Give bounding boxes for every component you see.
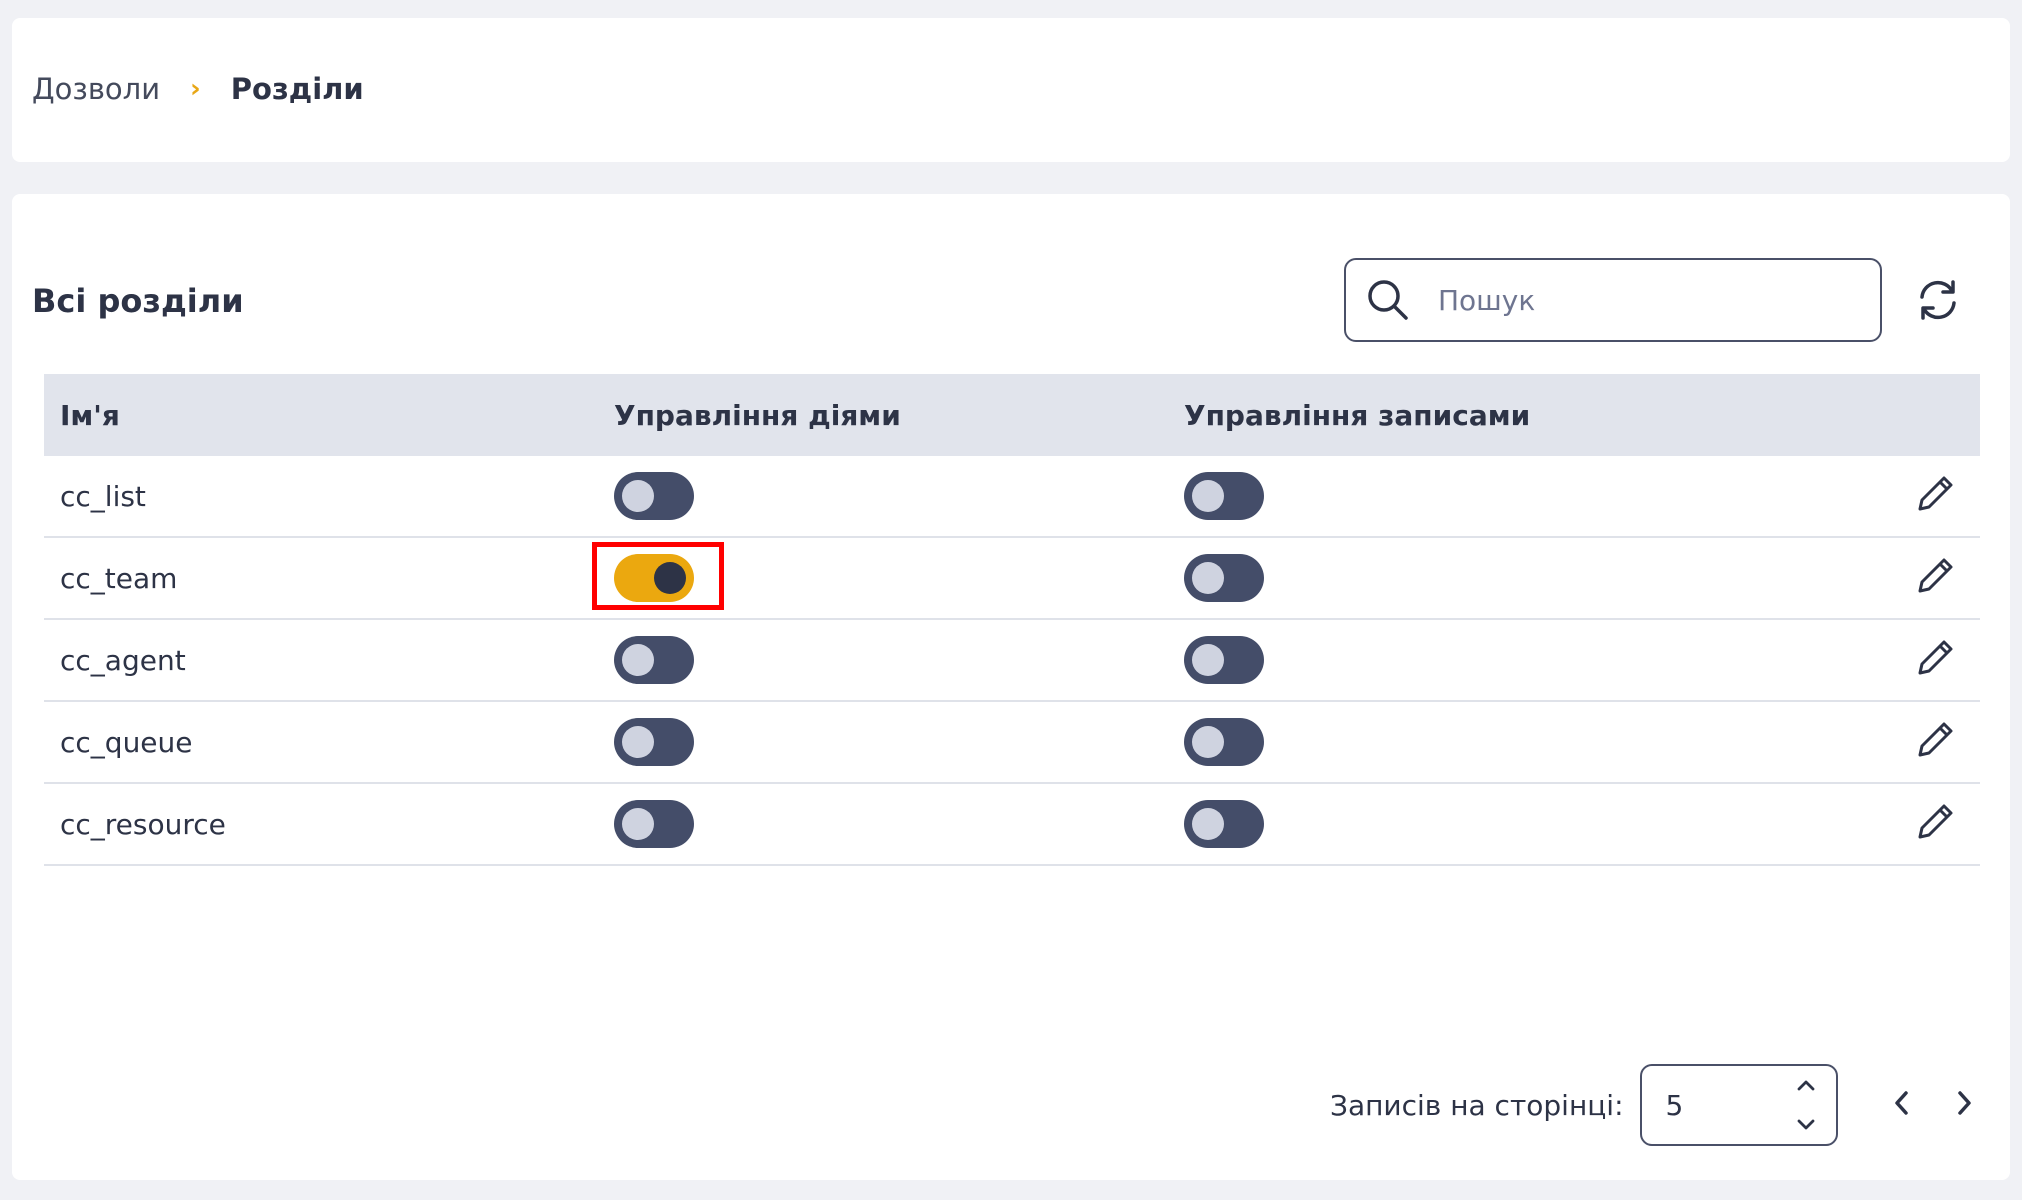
per-page-value[interactable]: 5 xyxy=(1666,1089,1684,1122)
toggle-knob xyxy=(622,808,654,840)
table-header: Ім'я Управління діями Управління записам… xyxy=(44,374,1980,456)
page-title: Всі розділи xyxy=(32,282,244,320)
actions-toggle[interactable] xyxy=(614,718,694,766)
pencil-icon xyxy=(1914,635,1958,686)
table-row: cc_resource xyxy=(44,784,1980,866)
edit-button[interactable] xyxy=(1912,800,1960,848)
per-page-stepper xyxy=(1794,1074,1818,1136)
row-name: cc_queue xyxy=(60,725,193,759)
column-header-name[interactable]: Ім'я xyxy=(44,399,614,432)
toggle-knob xyxy=(622,644,654,676)
toggle-knob xyxy=(622,480,654,512)
edit-button[interactable] xyxy=(1912,472,1960,520)
toggle-knob xyxy=(1192,562,1224,594)
pencil-icon xyxy=(1914,471,1958,522)
search-box[interactable] xyxy=(1344,258,1882,342)
table-row: cc_queue xyxy=(44,702,1980,784)
chevron-left-icon xyxy=(1890,1087,1914,1123)
toggle-knob xyxy=(1192,726,1224,758)
row-name: cc_list xyxy=(60,479,146,513)
column-header-records[interactable]: Управління записами xyxy=(1184,399,1844,432)
actions-toggle[interactable] xyxy=(614,472,694,520)
edit-button[interactable] xyxy=(1912,554,1960,602)
column-header-actions[interactable]: Управління діями xyxy=(614,399,1184,432)
pagination: Записів на сторінці: 5 xyxy=(1330,1064,2006,1146)
pencil-icon xyxy=(1914,799,1958,850)
chevron-right-icon xyxy=(1952,1087,1976,1123)
pencil-icon xyxy=(1914,553,1958,604)
search-input[interactable] xyxy=(1436,282,1860,318)
toggle-knob xyxy=(1192,808,1224,840)
chevron-up-icon[interactable] xyxy=(1794,1074,1818,1096)
records-toggle[interactable] xyxy=(1184,636,1264,684)
actions-toggle[interactable] xyxy=(614,800,694,848)
refresh-icon xyxy=(1913,275,1963,329)
chevron-down-icon[interactable] xyxy=(1794,1114,1818,1136)
search-icon xyxy=(1364,276,1412,324)
next-page-button[interactable] xyxy=(1944,1085,1984,1125)
breadcrumb-separator: › xyxy=(190,74,201,104)
actions-toggle[interactable] xyxy=(592,542,724,610)
refresh-button[interactable] xyxy=(1912,276,1964,328)
table-row: cc_agent xyxy=(44,620,1980,702)
toggle-knob xyxy=(622,726,654,758)
per-page-label: Записів на сторінці: xyxy=(1330,1088,1624,1122)
pencil-icon xyxy=(1914,717,1958,768)
row-name: cc_team xyxy=(60,561,178,595)
table-row: cc_list xyxy=(44,456,1980,538)
sections-table: Ім'я Управління діями Управління записам… xyxy=(44,374,1980,866)
toggle-knob xyxy=(1192,480,1224,512)
per-page-input[interactable]: 5 xyxy=(1639,1064,1838,1146)
edit-button[interactable] xyxy=(1912,718,1960,766)
edit-button[interactable] xyxy=(1912,636,1960,684)
records-toggle[interactable] xyxy=(1184,800,1264,848)
records-toggle[interactable] xyxy=(1184,472,1264,520)
toggle-knob xyxy=(654,562,686,594)
breadcrumb-item-sections: Розділи xyxy=(230,72,364,106)
prev-page-button[interactable] xyxy=(1882,1085,1922,1125)
actions-toggle[interactable] xyxy=(614,636,694,684)
row-name: cc_resource xyxy=(60,807,226,841)
row-name: cc_agent xyxy=(60,643,186,677)
records-toggle[interactable] xyxy=(1184,554,1264,602)
breadcrumb-item-permissions[interactable]: Дозволи xyxy=(32,72,160,106)
page-navigation xyxy=(1882,1085,2006,1125)
records-toggle[interactable] xyxy=(1184,718,1264,766)
toggle-knob xyxy=(1192,644,1224,676)
breadcrumb: Дозволи › Розділи xyxy=(32,72,364,106)
table-row: cc_team xyxy=(44,538,1980,620)
